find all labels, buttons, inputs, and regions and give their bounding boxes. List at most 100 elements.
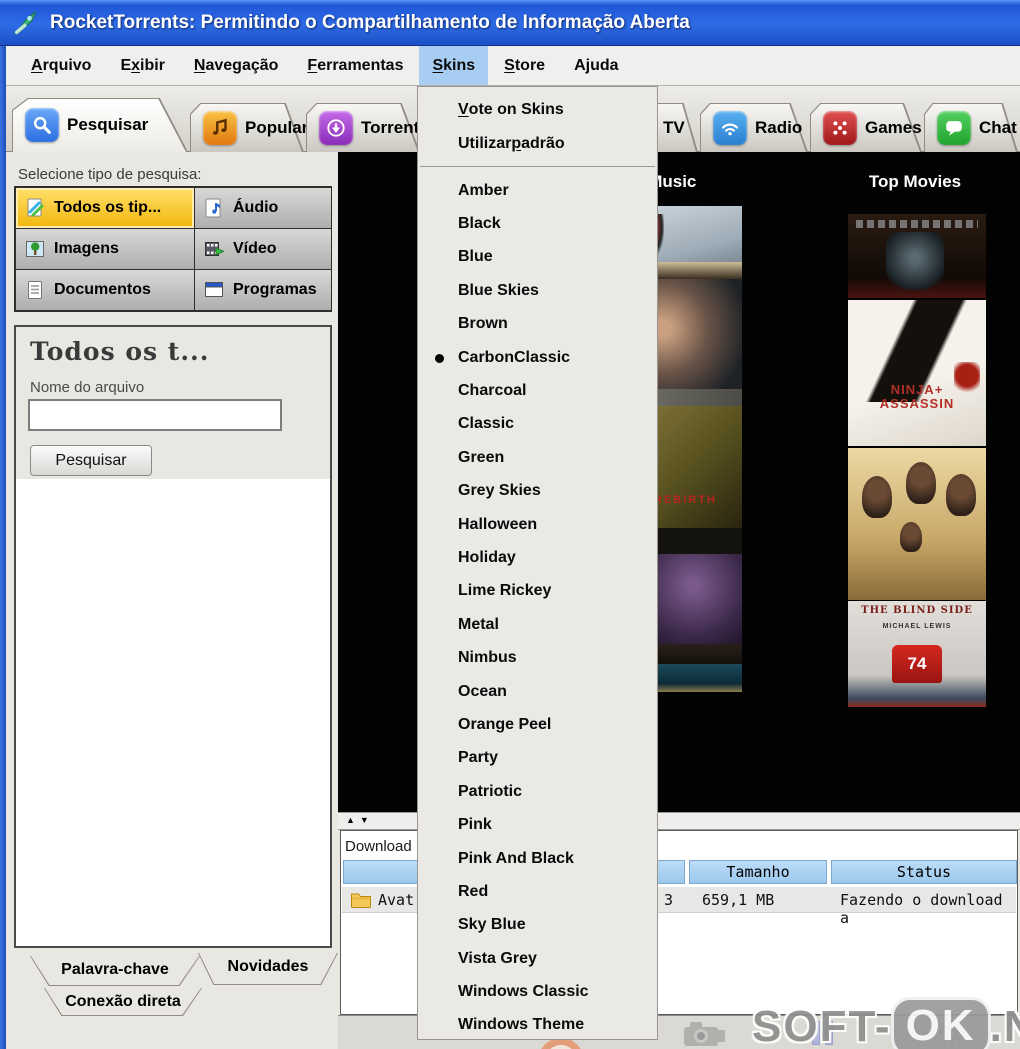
- skin-item-lime-rickey[interactable]: Lime Rickey: [418, 575, 657, 608]
- type-button-audio[interactable]: Áudio: [195, 188, 331, 228]
- skin-item-holiday[interactable]: Holiday: [418, 541, 657, 574]
- skin-item-grey-skies[interactable]: Grey Skies: [418, 475, 657, 508]
- skin-item-classic[interactable]: Classic: [418, 408, 657, 441]
- search-sidebar: Selecione tipo de pesquisa: Todos os tip…: [6, 152, 338, 1049]
- skin-item-carbonclassic[interactable]: CarbonClassic: [418, 341, 657, 374]
- type-button-programas[interactable]: Programas: [195, 270, 331, 310]
- type-button-imagens[interactable]: Imagens: [16, 229, 194, 269]
- all-types-icon: [27, 198, 44, 217]
- skin-item-red[interactable]: Red: [418, 875, 657, 908]
- skin-item-brown[interactable]: Brown: [418, 308, 657, 341]
- tab-torrents[interactable]: Torrents: [306, 103, 429, 152]
- skin-item-patriotic[interactable]: Patriotic: [418, 775, 657, 808]
- skin-item-orange-peel[interactable]: Orange Peel: [418, 708, 657, 741]
- menu-ferramentas[interactable]: Ferramentas: [294, 46, 416, 85]
- pesquisar-button[interactable]: Pesquisar: [30, 445, 152, 476]
- tab-radio[interactable]: Radio: [700, 103, 808, 152]
- skin-item-black[interactable]: Black: [418, 207, 657, 240]
- menu-separator: [420, 166, 655, 167]
- skin-item-nimbus[interactable]: Nimbus: [418, 641, 657, 674]
- tab-label: Radio: [755, 117, 803, 137]
- tab-pesquisar[interactable]: Pesquisar: [12, 98, 188, 152]
- bottom-tab-conexao-direta[interactable]: Conexão direta: [44, 988, 202, 1016]
- skin-item-amber[interactable]: Amber: [418, 174, 657, 207]
- download-name: Avat: [378, 891, 415, 909]
- download-icon: [319, 110, 353, 145]
- skin-item-vista-grey[interactable]: Vista Grey: [418, 942, 657, 975]
- menu-store[interactable]: Store: [491, 46, 558, 85]
- music-icon: [203, 110, 237, 145]
- folder-icon: [351, 893, 371, 908]
- search-icon: [25, 108, 59, 142]
- downloads-label: Download: [345, 838, 412, 855]
- skins-dropdown-menu: Vote on Skins Utilizar p adrão Amber Blac…: [417, 86, 658, 1040]
- documents-icon: [28, 281, 42, 299]
- search-type-heading: Selecione tipo de pesquisa:: [18, 166, 202, 183]
- tab-popular[interactable]: Popular: [190, 103, 308, 152]
- menu-bar: Arquivo Ex ibir Navegação Ferramentas Ski…: [0, 46, 1020, 86]
- title-bar[interactable]: RocketTorrents: Permitindo o Compartilha…: [0, 0, 1020, 46]
- camera-icon[interactable]: [682, 1020, 726, 1048]
- download-status: Fazendo o download a: [840, 891, 1003, 927]
- top-movies-header: Top Movies: [868, 172, 962, 191]
- column-header-status[interactable]: Status: [831, 860, 1017, 884]
- menu-ajuda[interactable]: Aj uda: [561, 46, 631, 85]
- skin-item-metal[interactable]: Metal: [418, 608, 657, 641]
- movie-poster-ninja-assassin[interactable]: NINJA+ ASSASSIN: [848, 300, 986, 446]
- rockettorrents-window: RocketTorrents: Permitindo o Compartilha…: [0, 0, 1020, 1049]
- tab-games[interactable]: Games: [810, 103, 922, 152]
- chat-icon: [937, 110, 971, 145]
- menu-exibir[interactable]: Ex ibir: [107, 46, 177, 85]
- programs-icon: [205, 282, 223, 297]
- skin-item-windows-classic[interactable]: Windows Classic: [418, 975, 657, 1008]
- tab-label: Games: [865, 117, 922, 137]
- column-header-tamanho[interactable]: Tamanho: [689, 860, 827, 884]
- movie-poster[interactable]: [848, 214, 986, 298]
- type-button-video[interactable]: Vídeo: [195, 229, 331, 269]
- skin-item-green[interactable]: Green: [418, 441, 657, 474]
- soft-ok-watermark: SOFT-OK.NET: [752, 1000, 1020, 1049]
- movie-poster-blind-side[interactable]: THE BLIND SIDE MICHAEL LEWIS 74: [848, 601, 986, 707]
- search-form-panel: Todos os t... Nome do arquivo Pesquisar: [14, 325, 332, 948]
- tab-label: Chat: [979, 117, 1017, 137]
- skin-item-blue-skies[interactable]: Blue Skies: [418, 274, 657, 307]
- skin-item-sky-blue[interactable]: Sky Blue: [418, 909, 657, 942]
- skin-item-halloween[interactable]: Halloween: [418, 508, 657, 541]
- type-button-todos[interactable]: Todos os tip...: [16, 188, 194, 228]
- tab-chat[interactable]: Chat: [924, 103, 1018, 152]
- menu-item-vote-on-skins[interactable]: Vote on Skins: [418, 93, 657, 127]
- video-icon: [205, 242, 225, 256]
- rocket-icon: [13, 10, 37, 35]
- bottom-tab-novidades[interactable]: Novidades: [198, 953, 338, 985]
- skin-item-ocean[interactable]: Ocean: [418, 675, 657, 708]
- menu-arquivo[interactable]: Arquivo: [18, 46, 104, 85]
- selected-skin-bullet: [435, 353, 444, 363]
- filename-input[interactable]: [28, 399, 282, 431]
- search-type-grid: Todos os tip... Áudio Imagens Vídeo Docu…: [14, 186, 332, 312]
- type-button-documentos[interactable]: Documentos: [16, 270, 194, 310]
- download-tail: 3: [664, 891, 674, 909]
- skin-item-pink-and-black[interactable]: Pink And Black: [418, 842, 657, 875]
- audio-icon: [205, 198, 221, 218]
- download-size: 659,1 MB: [702, 891, 775, 909]
- menu-item-utilizar-padrao[interactable]: Utilizar p adrão: [418, 127, 657, 161]
- movie-poster-hangover[interactable]: [848, 448, 986, 600]
- skin-item-charcoal[interactable]: Charcoal: [418, 374, 657, 407]
- form-title: Todos os t...: [30, 337, 210, 366]
- skin-item-party[interactable]: Party: [418, 742, 657, 775]
- tab-label: Pesquisar: [67, 115, 149, 134]
- skin-item-windows-theme[interactable]: Windows Theme: [418, 1009, 657, 1042]
- images-icon: [26, 241, 44, 257]
- window-title: RocketTorrents: Permitindo o Compartilha…: [50, 11, 690, 33]
- splitter-arrows[interactable]: ▲▼: [346, 815, 374, 825]
- filename-label: Nome do arquivo: [30, 379, 145, 396]
- skin-item-blue[interactable]: Blue: [418, 241, 657, 274]
- bottom-tab-palavra-chave[interactable]: Palavra-chave: [30, 956, 200, 986]
- dice-icon: [823, 110, 857, 145]
- wifi-icon: [713, 110, 747, 145]
- skin-item-pink[interactable]: Pink: [418, 808, 657, 841]
- tab-label: TV: [663, 117, 685, 137]
- menu-skins[interactable]: Skins: [419, 46, 489, 85]
- tab-label: Popular: [245, 117, 309, 137]
- menu-navegacao[interactable]: Navegação: [181, 46, 292, 85]
